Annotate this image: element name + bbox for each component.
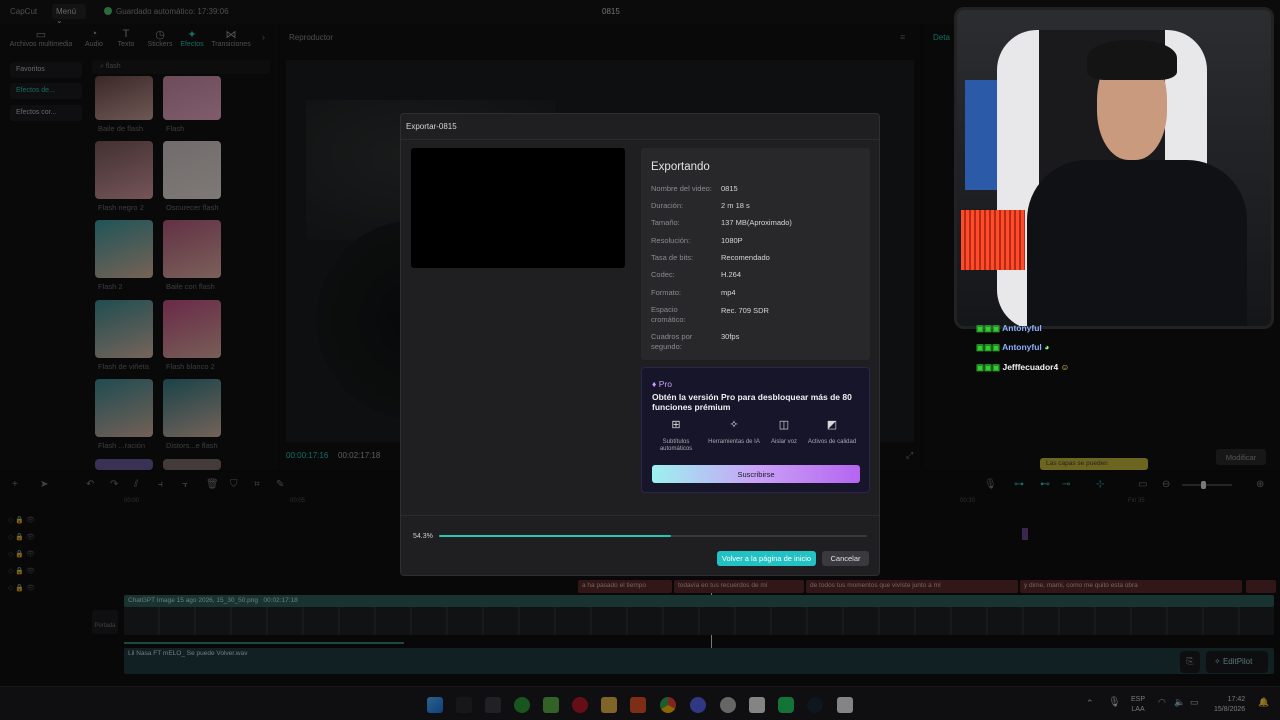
- chat-message: ▣▣▣ Jefffecuador4 ☺: [976, 362, 1069, 373]
- chat-user: Antonyful: [1002, 342, 1042, 352]
- info-value: 137 MB(Aproximado): [721, 218, 792, 227]
- info-key: Formato:: [651, 288, 682, 297]
- pro-message: Obtén la versión Pro para desbloquear má…: [652, 392, 852, 412]
- home-button[interactable]: Volver a la página de inicio: [717, 551, 816, 566]
- info-value: Recomendado: [721, 253, 770, 262]
- subtitles-icon: ⊞: [671, 419, 681, 431]
- feature-assets: ◩ Activos de calidad: [807, 419, 857, 446]
- progress-fill: [439, 535, 672, 537]
- pro-tag: ♦ Pro: [652, 379, 672, 389]
- info-key: Tamaño:: [651, 218, 680, 227]
- emote-icon: ◕: [1044, 342, 1050, 352]
- export-info-panel: Exportando Nombre del video: 0815 Duraci…: [641, 148, 870, 360]
- emote-icon: ☺: [1060, 362, 1070, 372]
- info-value: H.264: [721, 270, 742, 279]
- chat-message: ▣▣▣ Antonyful: [976, 323, 1042, 334]
- info-value: mp4: [721, 288, 736, 297]
- info-key: Tasa de bits:: [651, 253, 694, 262]
- info-value: Rec. 709 SDR: [721, 306, 769, 315]
- divider: [401, 139, 879, 140]
- person-hair: [1087, 40, 1177, 80]
- chat-user: Jefffecuador4: [1002, 362, 1059, 372]
- voice-icon: ◫: [778, 419, 790, 431]
- heater: [961, 210, 1025, 270]
- export-heading: Exportando: [651, 161, 710, 173]
- info-key: Resolución:: [651, 236, 691, 245]
- diamond-icon: ♦: [652, 379, 659, 389]
- dialog-title: Exportar-0815: [406, 122, 457, 131]
- feature-subtitles: ⊞ Subtítulos automáticos: [650, 419, 702, 453]
- progress-bar: [439, 535, 867, 537]
- pro-upsell: ♦ Pro Obtén la versión Pro para desbloqu…: [641, 367, 870, 493]
- tooltip: Las capas se pueden: [1040, 458, 1148, 470]
- feature-ai-tools: ✧ Herramientas de IA: [708, 419, 760, 446]
- info-key: Codec:: [651, 270, 675, 279]
- chat-user: Antonyful: [1002, 323, 1042, 333]
- ai-tools-icon: ✧: [729, 419, 739, 431]
- divider: [401, 515, 879, 516]
- info-key: Cuadros por segundo:: [651, 332, 693, 351]
- badge-icon: ▣▣▣: [976, 362, 1001, 372]
- info-value: 0815: [721, 184, 738, 193]
- info-value: 2 m 18 s: [721, 201, 750, 210]
- progress-percent: 54.3%: [413, 533, 433, 540]
- export-preview: [411, 148, 625, 268]
- badge-icon: ▣▣▣: [976, 323, 1001, 333]
- info-key: Nombre del video:: [651, 184, 712, 193]
- cancel-button[interactable]: Cancelar: [822, 551, 869, 566]
- assets-icon: ◩: [826, 419, 838, 431]
- info-key: Duración:: [651, 201, 684, 210]
- export-dialog: Exportar-0815 Exportando Nombre del vide…: [400, 113, 880, 576]
- subscribe-button[interactable]: Suscribirse: [652, 465, 860, 483]
- feature-voice: ◫ Aislar voz: [758, 419, 810, 446]
- info-value: 1080P: [721, 236, 743, 245]
- info-key: Espacio cromático:: [651, 305, 686, 324]
- chat-message: ▣▣▣ Antonyful ◕: [976, 342, 1049, 353]
- info-value: 30fps: [721, 332, 740, 341]
- badge-icon: ▣▣▣: [976, 342, 1001, 352]
- person-jacket: [1027, 160, 1247, 326]
- webcam-overlay: [954, 7, 1274, 329]
